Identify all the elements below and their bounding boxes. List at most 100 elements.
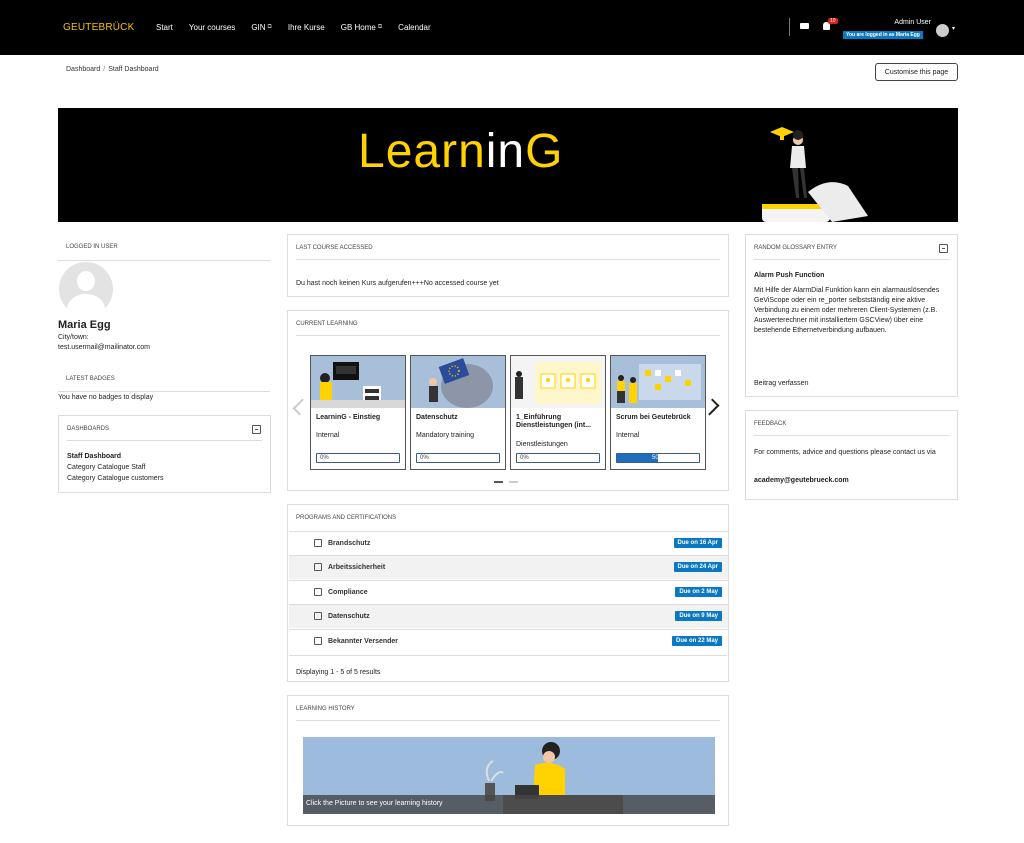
course-category: Dienstleistungen (Ausführung für MA) (516, 441, 568, 448)
course-category: Internal (316, 432, 340, 439)
learning-banner: LearninG (58, 108, 958, 222)
breadcrumb: Dashboard / Staff Dashboard (66, 66, 159, 73)
external-link-icon: ⧉ (267, 24, 272, 30)
feedback-email-link[interactable]: academy@geutebrueck.com (754, 477, 849, 484)
nav-gin[interactable]: GIN ⧉ (251, 23, 272, 32)
carousel-prev-icon[interactable] (292, 398, 310, 416)
course-title: Datenschutz (416, 414, 458, 421)
progress-bar: 0% (516, 453, 600, 463)
avatar-body (67, 294, 105, 316)
dashboards-heading: DASHBOARDS (67, 426, 110, 432)
profile-avatar[interactable] (59, 262, 113, 316)
breadcrumb-separator: / (103, 66, 106, 73)
course-thumbnail (511, 356, 605, 408)
notification-count-badge: 10 (828, 18, 838, 24)
nav-ihre-kurse[interactable]: Ihre Kurse (288, 23, 325, 32)
message-icon[interactable] (800, 23, 809, 29)
learning-history-block: LEARNING HISTORY Click the Picture to se… (287, 695, 729, 826)
course-title: Scrum bei Geutebrück (616, 414, 691, 421)
divider (289, 655, 727, 656)
last-course-text: Du hast noch keinen Kurs aufgerufen+++No… (296, 280, 499, 287)
certificate-icon (314, 588, 322, 596)
caption-text: Click the Picture to see your learning h… (306, 800, 443, 807)
divider (67, 440, 262, 441)
course-card[interactable]: LearninG - Einstieg Internal 0% (310, 355, 406, 470)
program-row[interactable]: Datenschutz Due on 9 May (289, 604, 728, 628)
collapse-icon[interactable] (939, 244, 948, 253)
program-name[interactable]: Datenschutz (328, 613, 370, 620)
program-name[interactable]: Bekannter Versender (328, 638, 398, 645)
progress-bar: 0% (416, 453, 500, 463)
user-full-name[interactable]: Maria Egg (58, 319, 111, 331)
course-card[interactable]: 1_Einführung Dienstleistungen (int... Di… (510, 355, 606, 470)
current-learning-block: CURRENT LEARNING LearninG - Einstieg Int… (287, 310, 729, 491)
avatar-head (77, 271, 95, 291)
user-name[interactable]: Admin User (894, 19, 931, 26)
program-row[interactable]: Arbeitssicherheit Due on 24 Apr (289, 555, 728, 579)
course-thumbnail (311, 356, 405, 408)
results-count: Displaying 1 - 5 of 5 results (296, 669, 381, 676)
user-city: City/town: (58, 334, 89, 341)
dashboard-link-staff[interactable]: Staff Dashboard (67, 453, 121, 460)
last-course-heading: LAST COURSE ACCESSED (296, 245, 373, 251)
learning-history-heading: LEARNING HISTORY (296, 706, 355, 712)
certificate-icon (314, 539, 322, 547)
learning-history-image[interactable]: Click the Picture to see your learning h… (303, 737, 715, 814)
dashboard-link-catalogue-customers[interactable]: Category Catalogue customers (67, 475, 164, 482)
chevron-down-icon[interactable]: ▾ (952, 25, 955, 32)
user-avatar[interactable] (936, 24, 949, 37)
certificate-icon (314, 637, 322, 645)
user-email: test.usermail@mailinator.com (58, 344, 150, 351)
caption-overlay: Click the Picture to see your learning h… (303, 795, 715, 814)
carousel-indicators (494, 481, 518, 483)
course-title: LearninG - Einstieg (316, 414, 381, 421)
feedback-text: For comments, advice and questions pleas… (754, 449, 936, 456)
breadcrumb-staff-dashboard[interactable]: Staff Dashboard (108, 66, 158, 73)
due-badge: Due on 22 May (671, 636, 722, 646)
divider (296, 335, 720, 336)
course-card[interactable]: Datenschutz Mandatory training 0% (410, 355, 506, 470)
glossary-definition: Mit Hilfe der AlarmDial Funktion kann ei… (754, 287, 940, 334)
dashboard-link-catalogue-staff[interactable]: Category Catalogue Staff (67, 464, 145, 471)
carousel-dot[interactable] (509, 481, 518, 483)
main-nav: Start Your courses GIN ⧉ Ihre Kurse GB Ho… (156, 23, 447, 32)
course-thumbnail (411, 356, 505, 408)
logged-in-as-badge: You are logged in as Maria Egg (843, 31, 923, 39)
course-thumbnail (611, 356, 705, 408)
program-row[interactable]: Brandschutz Due on 16 Apr (289, 531, 728, 555)
feedback-heading: FEEDBACK (754, 421, 787, 427)
program-name[interactable]: Compliance (328, 589, 368, 596)
course-card[interactable]: Scrum bei Geutebrück Internal 50% (610, 355, 706, 470)
breadcrumb-dashboard[interactable]: Dashboard (66, 66, 100, 73)
external-link-icon: ⧉ (377, 24, 383, 30)
last-course-accessed-block: LAST COURSE ACCESSED Du hast noch keinen… (287, 234, 729, 297)
write-entry-link[interactable]: Beitrag verfassen (754, 380, 808, 387)
program-row[interactable]: Bekannter Versender Due on 22 May (289, 629, 728, 653)
program-row[interactable]: Compliance Due on 2 May (289, 580, 728, 604)
progress-bar: 0% (316, 453, 400, 463)
divider (754, 435, 949, 436)
customise-page-button[interactable]: Customise this page (875, 63, 958, 81)
brand-logo[interactable]: GEUTEBRÜCK (63, 22, 134, 33)
carousel-dot[interactable] (494, 481, 503, 483)
due-badge: Due on 24 Apr (673, 562, 722, 572)
program-name[interactable]: Brandschutz (328, 540, 370, 547)
divider (754, 259, 949, 260)
certificate-icon (314, 563, 322, 571)
random-glossary-block: RANDOM GLOSSARY ENTRY Alarm Push Functio… (745, 234, 958, 397)
current-learning-heading: CURRENT LEARNING (296, 321, 358, 327)
nav-gb-home[interactable]: GB Home ⧉ (341, 23, 382, 32)
collapse-icon[interactable] (252, 425, 261, 434)
due-badge: Due on 16 Apr (673, 538, 722, 548)
glossary-term: Alarm Push Function (754, 272, 825, 279)
banner-illustration (762, 127, 868, 222)
nav-calendar[interactable]: Calendar (398, 23, 430, 32)
top-navbar: GEUTEBRÜCK Start Your courses GIN ⧉ Ihre … (0, 0, 1024, 55)
divider (296, 720, 720, 721)
latest-badges-heading: LATEST BADGES (66, 376, 115, 382)
program-name[interactable]: Arbeitssicherheit (328, 564, 385, 571)
course-category: Mandatory training (416, 432, 474, 439)
nav-start[interactable]: Start (156, 23, 173, 32)
nav-your-courses[interactable]: Your courses (189, 23, 235, 32)
certificate-icon (314, 612, 322, 620)
